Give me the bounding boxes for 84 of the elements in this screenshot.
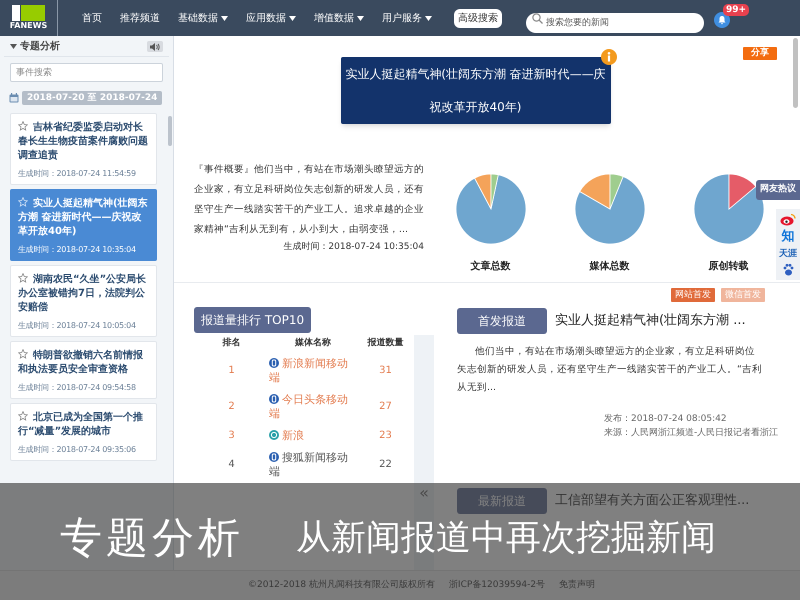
nav-link[interactable]: 基础数据	[178, 10, 228, 26]
card-time: 生成时间：2018-07-24 10:05:04	[18, 320, 137, 331]
count-cell-text: 23	[378, 429, 393, 443]
notification-badge: 99+	[723, 4, 750, 16]
caption-title: 专题分析	[60, 513, 244, 563]
search-field[interactable]: 搜索您要的新闻	[526, 13, 704, 33]
star-icon	[18, 273, 28, 283]
info-icon	[600, 49, 616, 65]
column-header: 媒体名称	[294, 337, 332, 350]
count-cell-text: 27	[378, 400, 393, 414]
rank-cell-text: 4	[227, 458, 236, 472]
media-name: 新浪新闻移动端	[269, 357, 349, 385]
star-icon	[18, 411, 28, 421]
column-header: 排名	[222, 337, 242, 350]
news-card[interactable]: 北京已成为全国第一个推行“减量”发展的城市 生成时间：2018-07-24 09:35:06	[10, 403, 157, 461]
media-name: 今日头条移动端	[269, 393, 349, 421]
news-card[interactable]: 特朗普欲撤销六名前情报和执法要员安全审查资格 生成时间：2018-07-24 09:54:58	[10, 341, 157, 399]
hot-discussion-tab[interactable]: 网友热议	[756, 180, 800, 200]
weibo-icon	[780, 213, 796, 226]
media-name: 新浪	[269, 429, 357, 443]
media-type-icon	[269, 394, 279, 404]
pie-chart-drawing	[454, 173, 526, 245]
caret-icon	[425, 16, 432, 20]
first-report-tab[interactable]: 首发报道	[457, 308, 547, 334]
count-cell-text: 31	[378, 364, 393, 378]
event-search-field[interactable]: 事件搜索	[10, 63, 163, 82]
paw-icon	[782, 263, 794, 276]
footer-text: 浙ICP备12039594-2号	[448, 578, 546, 592]
logo[interactable]: FANEWS	[0, 0, 58, 36]
media-type-icon	[269, 430, 279, 440]
news-card[interactable]: 吉林省纪委监委启动对长春长生生物疫苗案件腐败问题调查追责 生成时间：2018-07-24 11:54:59	[10, 113, 157, 185]
card-title: 特朗普欲撤销六名前情报和执法要员安全审查资格	[18, 349, 144, 377]
card-title: 北京已成为全国第一个推行“减量”发展的城市	[18, 411, 144, 439]
report-title: 实业人挺起精气神(壮阔东方潮 ...	[555, 312, 746, 330]
publish-time: 发布：2018-07-24 08:05:42	[604, 412, 728, 426]
sidebar-title: 专题分析	[20, 40, 60, 54]
rank-cell-text: 3	[227, 429, 236, 443]
date-range-label: 2018-07-20 至 2018-07-24	[22, 91, 162, 105]
media-type-icon	[269, 358, 279, 368]
report-text: 他们当中，有站在市场潮头瞭望远方的企业家，有立足科研岗位矢志创新的研发人员，还有坚守生产一线踏实苦干的产业工人。“吉利从无到...	[457, 345, 763, 395]
generated-time: 生成时间：2018-07-24 10:35:04	[282, 241, 424, 254]
chart-label: 原创转载	[708, 260, 748, 274]
card-time: 生成时间：2018-07-24 10:35:04	[18, 244, 137, 255]
card-time: 生成时间：2018-07-24 09:54:58	[18, 382, 137, 393]
nav-link[interactable]: 增值数据	[314, 10, 364, 26]
news-card[interactable]: 湖南农民“久坐”公安局长办公室被错拘7日，法院判公安赔偿 生成时间：2018-07-24 10:05:04	[10, 265, 157, 337]
advanced-search-button[interactable]: 高级搜索	[454, 8, 502, 28]
sound-button[interactable]	[147, 41, 163, 52]
star-icon	[18, 349, 28, 359]
card-title: 实业人挺起精气神(壮阔东方潮 奋进新时代——庆祝改革开放40年)	[18, 197, 149, 239]
news-card[interactable]: 实业人挺起精气神(壮阔东方潮 奋进新时代——庆祝改革开放40年) 生成时间：2018-07-24 10:35:04	[10, 189, 157, 261]
ranking-title: 报道量排行 TOP10	[194, 307, 312, 333]
rank-cell-text: 2	[227, 400, 236, 414]
nav-link[interactable]: 推荐频道	[120, 10, 160, 26]
column-header: 报道数量	[366, 337, 404, 350]
star-icon	[18, 121, 28, 131]
count-cell-text: 22	[378, 458, 393, 472]
nav-link[interactable]: 用户服务	[382, 10, 432, 26]
card-time: 生成时间：2018-07-24 09:35:06	[18, 444, 137, 455]
media-type-icon	[269, 452, 279, 462]
caret-icon	[289, 16, 296, 20]
chart-label: 媒体总数	[590, 260, 630, 274]
summary-text: 『事件概要』他们当中，有站在市场潮头瞭望远方的企业家，有立足科研岗位矢志创新的研发人员，还有坚守生产一线踏实苦干的产业工人。追求卓越的企业家精神“吉利从无到有，从小到大，由弱变强，...	[194, 163, 424, 237]
rank-cell-text: 1	[227, 364, 236, 378]
calendar-icon	[9, 93, 19, 103]
card-title: 湖南农民“久坐”公安局长办公室被错拘7日，法院判公安赔偿	[18, 273, 148, 315]
report-title: 工信部望有关方面公正客观理性...	[555, 492, 750, 510]
caret-icon	[10, 44, 17, 49]
pie-chart-drawing	[574, 173, 646, 245]
tianya-link[interactable]: 天涯	[779, 248, 797, 260]
zhihu-link[interactable]: 知	[782, 229, 794, 245]
caret-icon	[221, 16, 228, 20]
search-icon	[532, 13, 543, 24]
chart-label: 文章总数	[470, 259, 510, 274]
star-icon	[18, 197, 28, 207]
nav-link[interactable]: 首页	[82, 10, 102, 26]
card-time: 生成时间：2018-07-24 11:54:59	[18, 168, 137, 179]
card-title: 吉林省纪委监委启动对长春长生生物疫苗案件腐败问题调查追责	[18, 121, 149, 163]
caret-icon	[357, 16, 364, 20]
footer-text: ©2012-2018 杭州凡闻科技有限公司版权所有	[248, 578, 435, 592]
scrollbar-thumb[interactable]	[793, 38, 798, 108]
media-name: 搜狐新闻移动端	[269, 451, 349, 479]
bell-icon[interactable]	[714, 12, 730, 28]
nav-link[interactable]: 应用数据	[246, 10, 296, 26]
